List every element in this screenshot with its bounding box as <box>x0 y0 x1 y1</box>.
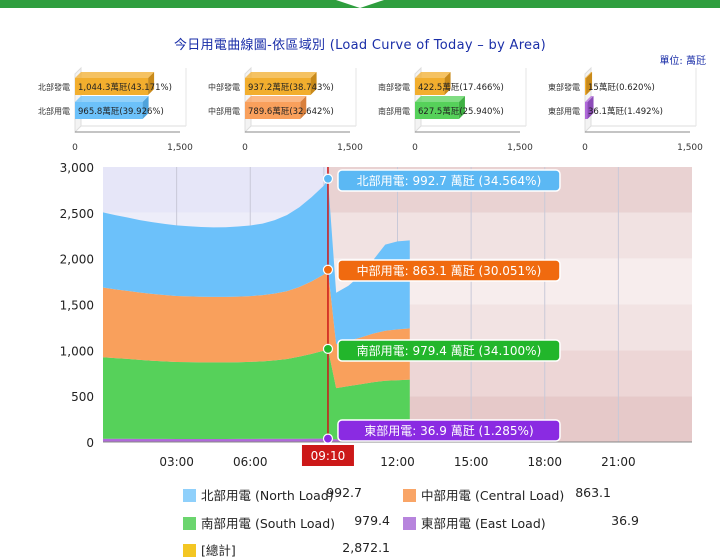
legend-total-label: [總計] <box>201 543 236 558</box>
legend-east[interactable]: 東部用電 (East Load) <box>403 513 546 532</box>
y-tick-2: 1,000 <box>60 344 94 358</box>
tooltip-east: 東部用電: 36.9 萬瓩 (1.285%) <box>364 423 533 438</box>
tooltip-north: 北部用電: 992.7 萬瓩 (34.564%) <box>357 173 542 188</box>
y-tick-6: 3,000 <box>60 161 94 175</box>
band-past-0 <box>103 167 328 213</box>
mini-bar-top-0-0 <box>75 72 155 78</box>
legend-north-swatch <box>183 489 196 502</box>
legend-north-value: 992.7 <box>326 485 362 500</box>
legend-total[interactable]: [總計] <box>183 540 236 559</box>
x-tick-6: 21:00 <box>601 455 636 469</box>
tooltip-central: 中部用電: 863.1 萬瓩 (30.051%) <box>357 263 542 278</box>
tooltip-south: 南部用電: 979.4 萬瓩 (34.100%) <box>357 343 542 358</box>
x-tick-5: 18:00 <box>527 455 562 469</box>
mini-tick0-3: 0 <box>582 143 588 153</box>
legend-central-label: 中部用電 (Central Load) <box>421 488 565 503</box>
x-tick-1: 06:00 <box>233 455 268 469</box>
mini-cat-1-1: 中部用電 <box>208 106 240 116</box>
mini-label-0-1: 965.8萬瓩(39.926%) <box>78 106 164 117</box>
legend-east-swatch <box>403 517 416 530</box>
y-tick-1: 500 <box>71 390 94 404</box>
legend-east-label: 東部用電 (East Load) <box>421 516 546 531</box>
marker-south <box>322 343 334 354</box>
y-tick-4: 2,000 <box>60 253 94 267</box>
mini-bar-top-1-1 <box>245 96 307 102</box>
legend-central-swatch <box>403 489 416 502</box>
mini-tick1-3: 1,500 <box>677 143 703 153</box>
legend-total-swatch <box>183 544 196 557</box>
cursor-label: 09:10 <box>311 449 346 463</box>
legend-south-value: 979.4 <box>354 513 390 528</box>
legend-south[interactable]: 南部用電 (South Load) <box>183 513 335 532</box>
x-tick-0: 03:00 <box>159 455 194 469</box>
mini-bar-top-2-0 <box>415 72 451 78</box>
mini-tick0-1: 0 <box>242 143 248 153</box>
x-tick-3: 12:00 <box>380 455 415 469</box>
mini-label-1-1: 789.6萬瓩(32.642%) <box>248 106 334 117</box>
mini-cat-0-1: 北部用電 <box>38 106 70 116</box>
mini-cat-0-0: 北部發電 <box>38 82 70 92</box>
marker-north <box>322 173 334 184</box>
mini-cat-3-1: 東部用電 <box>548 106 580 116</box>
legend-central-value: 863.1 <box>575 485 611 500</box>
mini-label-0-0: 1,044.3萬瓩(43.171%) <box>78 82 172 93</box>
legend-south-label: 南部用電 (South Load) <box>201 516 336 531</box>
mini-cat-3-0: 東部發電 <box>548 82 580 92</box>
load-chart: 北部發電 1,044.3萬瓩(43.171%) 北部用電 965.8萬瓩(39.926… <box>38 66 703 469</box>
mini-tick1-2: 1,500 <box>507 143 533 153</box>
mini-tick1-0: 1,500 <box>167 143 193 153</box>
mini-tick1-1: 1,500 <box>337 143 363 153</box>
mini-label-2-0: 422.5萬瓩(17.466%) <box>418 82 504 93</box>
legend-south-swatch <box>183 517 196 530</box>
mini-cat-2-1: 南部用電 <box>378 106 410 116</box>
y-tick-3: 1,500 <box>60 299 94 313</box>
marker-east <box>322 433 334 444</box>
mini-label-3-1: 36.1萬瓩(1.492%) <box>588 106 663 117</box>
mini-bar-top-0-1 <box>75 96 149 102</box>
x-tick-4: 15:00 <box>454 455 489 469</box>
mini-bar-top-2-1 <box>415 96 465 102</box>
mini-cat-2-0: 南部發電 <box>378 82 410 92</box>
mini-label-1-0: 937.2萬瓩(38.743%) <box>248 82 334 93</box>
legend-east-value: 36.9 <box>611 513 639 528</box>
legend-central[interactable]: 中部用電 (Central Load) <box>403 485 564 504</box>
y-tick-5: 2,500 <box>60 207 94 221</box>
marker-central <box>322 264 334 275</box>
mini-cat-1-0: 中部發電 <box>208 82 240 92</box>
mini-tick0-2: 0 <box>412 143 418 153</box>
mini-label-3-0: 15萬瓩(0.620%) <box>588 82 655 93</box>
mini-tick0-0: 0 <box>72 143 78 153</box>
legend-total-value: 2,872.1 <box>342 540 390 555</box>
mini-bar-3-0 <box>585 78 587 95</box>
y-tick-0: 0 <box>86 436 94 450</box>
mini-bar-top-1-0 <box>245 72 317 78</box>
mini-label-2-1: 627.5萬瓩(25.940%) <box>418 106 504 117</box>
